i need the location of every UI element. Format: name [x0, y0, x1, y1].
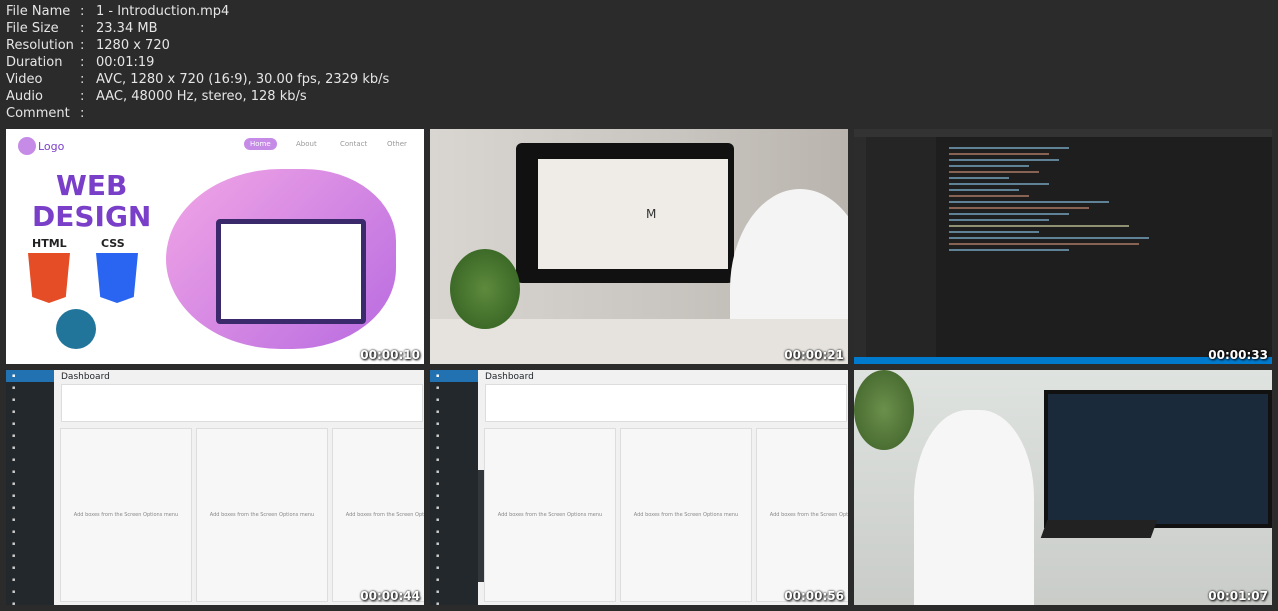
thumbnail-2[interactable]: M 00:00:21 [430, 129, 848, 364]
timestamp: 00:00:21 [784, 348, 844, 362]
person [914, 410, 1034, 605]
nav: Home About Contact Other [6, 138, 424, 154]
plant [450, 249, 520, 329]
keyboard [1040, 520, 1158, 538]
timestamp: 00:00:44 [360, 589, 420, 603]
info-row: File Size:23.34 MB [6, 21, 158, 36]
plant [854, 370, 914, 450]
info-row: Video: AVC, 1280 x 720 (16:9), 30.00 fps,… [6, 72, 390, 87]
wp-sidebar: ▪▪▪▪▪▪▪▪▪▪▪▪▪▪▪▪▪▪▪▪▪ [430, 370, 478, 605]
monitor [1044, 390, 1272, 528]
info-row: File Name:1 - Introduction.mp4 [6, 4, 230, 19]
wordpress-icon [56, 309, 96, 349]
info-row: Duration:00:01:19 [6, 55, 155, 70]
info-row: Audio: AAC, 48000 Hz, stereo, 128 kb/s [6, 89, 307, 104]
timestamp: 00:00:56 [784, 589, 844, 603]
timestamp: 00:00:33 [1208, 348, 1268, 362]
thumbnail-1[interactable]: Logo Home About Contact Other WEB DESIGN… [6, 129, 424, 364]
file-info: File Name:1 - Introduction.mp4 File Size… [6, 3, 389, 122]
wp-sidebar: ▪▪▪▪▪▪▪▪▪▪▪▪▪▪▪▪▪▪▪▪▪ [6, 370, 54, 605]
thumbnail-5[interactable]: ▪▪▪▪▪▪▪▪▪▪▪▪▪▪▪▪▪▪▪▪▪ Dashboard Add boxe… [430, 370, 848, 605]
info-row: Comment: [6, 106, 85, 121]
html5-icon [28, 253, 70, 303]
timestamp: 00:01:07 [1208, 589, 1268, 603]
thumbnail-6[interactable]: 00:01:07 [854, 370, 1272, 605]
thumbnail-3[interactable]: 00:00:33 [854, 129, 1272, 364]
monitor-illustration [216, 219, 366, 324]
timestamp: 00:00:10 [360, 348, 420, 362]
code-editor [949, 143, 1149, 255]
css3-icon [96, 253, 138, 303]
thumbnail-4[interactable]: ▪▪▪▪▪▪▪▪▪▪▪▪▪▪▪▪▪▪▪▪▪ Dashboard Add boxe… [6, 370, 424, 605]
info-row: Resolution:1280 x 720 [6, 38, 170, 53]
